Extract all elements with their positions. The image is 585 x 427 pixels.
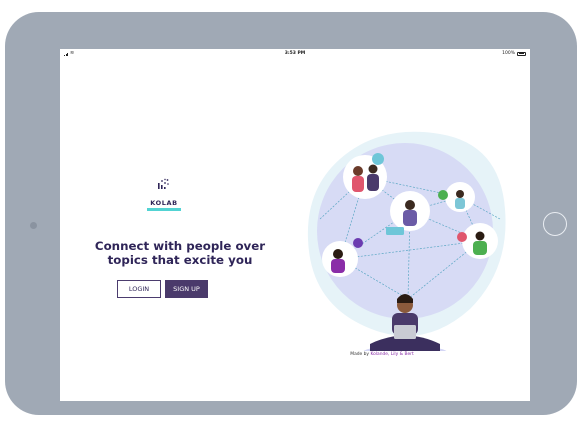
share-icon xyxy=(372,153,384,165)
credit-names: Kolande, Lily & Bert xyxy=(370,352,414,357)
chat-icon xyxy=(386,227,404,235)
status-time: 3:53 PM xyxy=(284,51,306,56)
brand-name: KOLAB xyxy=(147,198,181,211)
app-screen: ≋ 3:53 PM 100% KOLAB Connect with people… xyxy=(60,49,530,401)
battery-area: 100% xyxy=(502,51,526,56)
signup-button[interactable]: SIGN UP xyxy=(165,280,208,298)
tablet-frame: ≋ 3:53 PM 100% KOLAB Connect with people… xyxy=(5,12,577,415)
battery-percent: 100% xyxy=(502,51,515,56)
heart-icon xyxy=(457,232,467,242)
login-button[interactable]: LOGIN xyxy=(117,280,161,298)
home-button[interactable] xyxy=(543,212,567,236)
camera-dot xyxy=(30,222,37,229)
status-bar: ≋ 3:53 PM 100% xyxy=(60,49,530,58)
forward-icon xyxy=(438,190,448,200)
network-illustration xyxy=(307,131,506,351)
battery-icon xyxy=(517,51,526,56)
logo-mark-icon xyxy=(158,178,169,189)
headline-line-2: topics that excite you xyxy=(107,253,253,267)
page-title: Connect with people over topics that exc… xyxy=(60,239,300,267)
headline-line-1: Connect with people over xyxy=(94,239,266,253)
credit-text: Made by Kolande, Lily & Bert xyxy=(312,352,452,357)
thumbs-up-icon xyxy=(353,238,363,248)
credit-prefix: Made by xyxy=(350,352,371,357)
kolab-logo: KOLAB xyxy=(142,178,186,211)
